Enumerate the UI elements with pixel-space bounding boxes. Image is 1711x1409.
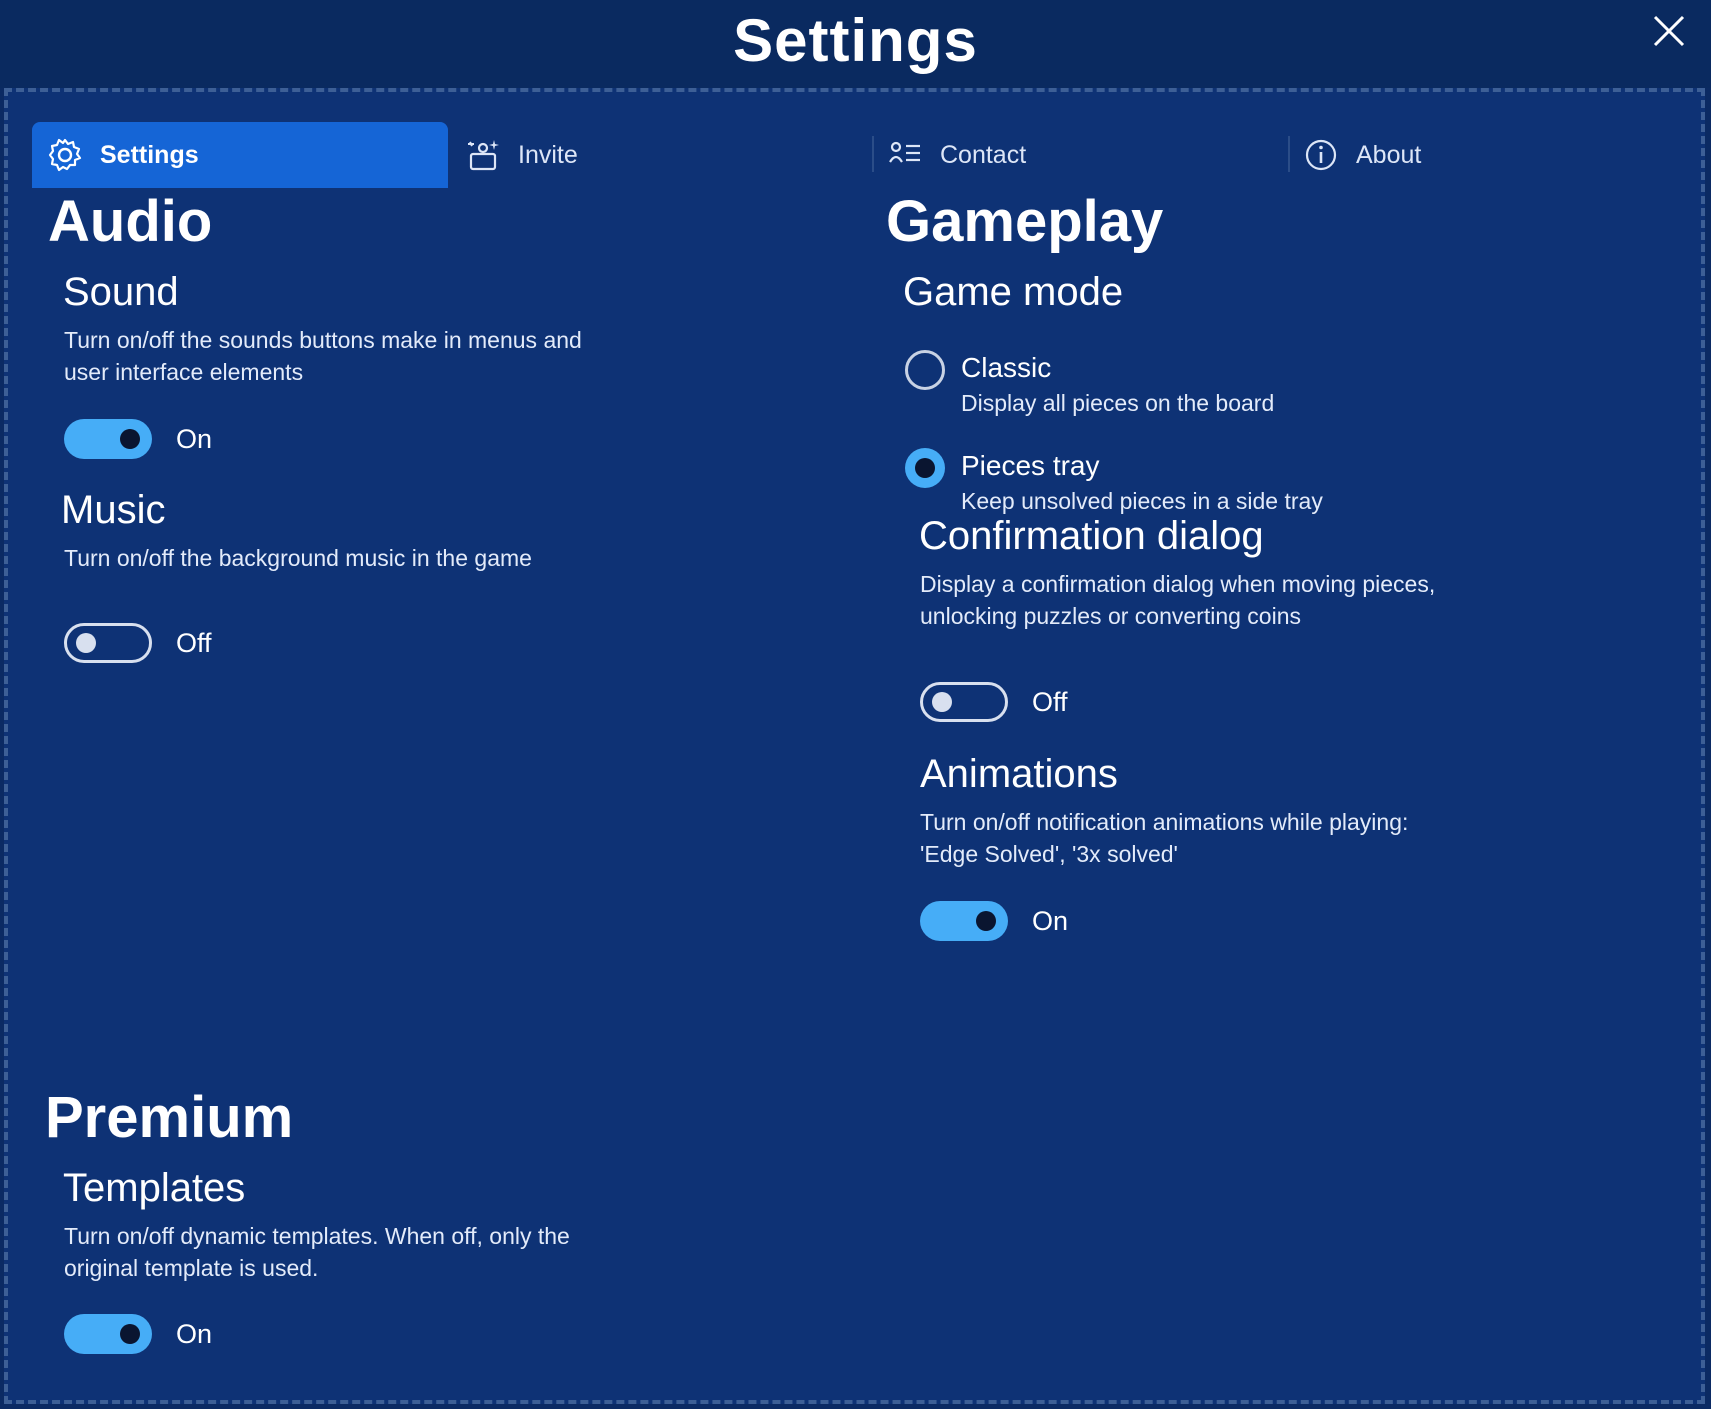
tab-contact[interactable]: Contact	[888, 122, 1248, 188]
invite-sparkle-icon	[466, 138, 500, 172]
radio-description: Display all pieces on the board	[961, 390, 1275, 416]
title-bar: Settings	[0, 0, 1711, 88]
section-title-premium: Premium	[45, 1085, 294, 1150]
toggle-knob	[976, 911, 996, 931]
toggle-state-label: Off	[176, 627, 212, 658]
close-icon[interactable]	[1652, 14, 1686, 48]
setting-title-game-mode: Game mode	[903, 270, 1124, 314]
setting-title-music: Music	[61, 488, 166, 532]
section-title-audio: Audio	[48, 189, 213, 254]
setting-desc-templates: Turn on/off dynamic templates. When off,…	[64, 1223, 570, 1281]
toggle-knob	[932, 692, 952, 712]
gear-icon	[48, 138, 82, 172]
tab-label: About	[1356, 140, 1422, 169]
toggle-switch[interactable]	[64, 623, 152, 663]
setting-desc-music: Turn on/off the background music in the …	[64, 545, 532, 571]
tab-divider	[872, 136, 874, 172]
templates-toggle[interactable]: On	[64, 1314, 212, 1354]
setting-title-animations: Animations	[920, 752, 1118, 796]
radio-label: Pieces tray	[961, 450, 1100, 481]
setting-desc-sound: Turn on/off the sounds buttons make in m…	[64, 327, 582, 385]
setting-title-sound: Sound	[63, 270, 179, 314]
toggle-switch[interactable]	[64, 1314, 152, 1354]
tab-invite[interactable]: Invite	[466, 122, 826, 188]
setting-title-templates: Templates	[63, 1166, 246, 1210]
radio-dot	[915, 458, 935, 478]
toggle-state-label: On	[176, 1318, 213, 1349]
radio-label: Classic	[961, 352, 1052, 383]
radio-option-classic[interactable]: Classic Display all pieces on the board	[905, 350, 1405, 426]
confirmation-dialog-toggle[interactable]: Off	[920, 682, 1068, 722]
animations-toggle[interactable]: On	[920, 901, 1068, 941]
toggle-switch[interactable]	[920, 682, 1008, 722]
tab-label: Contact	[940, 140, 1027, 169]
music-toggle[interactable]: Off	[64, 623, 212, 663]
tab-divider	[1288, 136, 1290, 172]
window-title: Settings	[733, 7, 978, 74]
toggle-knob	[120, 429, 140, 449]
radio-description: Keep unsolved pieces in a side tray	[961, 488, 1323, 514]
toggle-knob	[76, 633, 96, 653]
setting-desc-animations: Turn on/off notification animations whil…	[920, 809, 1409, 867]
radio-button[interactable]	[905, 448, 945, 488]
tab-label: Settings	[100, 140, 199, 169]
tab-about[interactable]: About	[1304, 122, 1664, 188]
contact-list-icon	[888, 138, 922, 172]
toggle-knob	[120, 1324, 140, 1344]
sound-toggle[interactable]: On	[64, 419, 212, 459]
toggle-state-label: On	[1032, 905, 1069, 936]
info-icon	[1304, 138, 1338, 172]
toggle-switch[interactable]	[64, 419, 152, 459]
setting-desc-confirmation-dialog: Display a confirmation dialog when movin…	[920, 571, 1436, 629]
settings-content: Settings Invite Contact About Audio Soun…	[8, 92, 1709, 1408]
section-title-gameplay: Gameplay	[886, 189, 1164, 254]
tab-bar: Settings Invite Contact About	[32, 122, 1704, 188]
radio-option-pieces-tray[interactable]: Pieces tray Keep unsolved pieces in a si…	[905, 448, 1405, 524]
toggle-state-label: Off	[1032, 686, 1068, 717]
toggle-switch[interactable]	[920, 901, 1008, 941]
setting-title-confirmation-dialog: Confirmation dialog	[919, 514, 1264, 558]
settings-panel: Settings Invite Contact About Audio Soun…	[4, 88, 1705, 1404]
settings-window: Settings Settings Invite Contact About A…	[0, 0, 1711, 1409]
toggle-state-label: On	[176, 423, 213, 454]
radio-button[interactable]	[905, 350, 945, 390]
tab-settings[interactable]: Settings	[32, 122, 448, 188]
tab-label: Invite	[518, 140, 578, 169]
